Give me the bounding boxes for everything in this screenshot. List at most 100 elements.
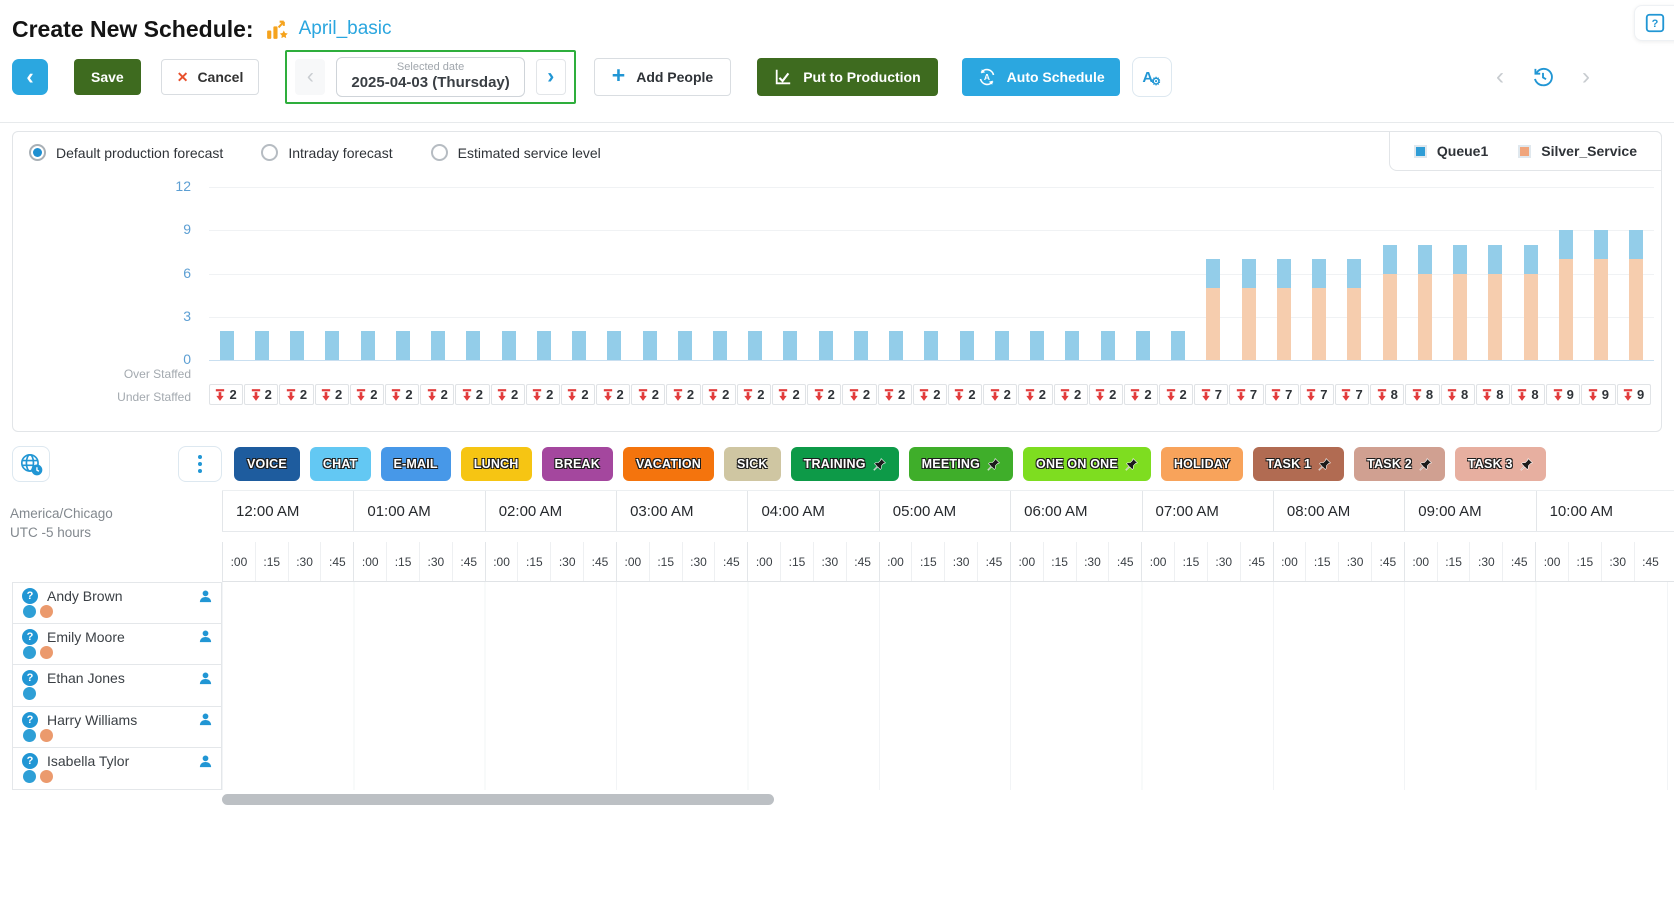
add-people-button[interactable]: + Add People	[594, 58, 731, 96]
employee-cell-ethan-jones[interactable]: ?Ethan Jones	[12, 665, 222, 707]
bar-silver-service	[1206, 288, 1220, 360]
radio-estimated-service-level[interactable]: Estimated service level	[431, 144, 601, 161]
bar-queue1	[220, 331, 234, 360]
tag-chat[interactable]: CHAT	[310, 447, 371, 481]
selected-date-field[interactable]: Selected date 2025-04-03 (Thursday)	[336, 57, 524, 97]
person-icon[interactable]	[198, 671, 213, 686]
previous-day-button[interactable]: ‹	[295, 59, 325, 95]
employee-person-button[interactable]	[198, 754, 213, 769]
back-button[interactable]: ‹	[12, 59, 48, 95]
quarter-header: :00	[1273, 542, 1306, 581]
person-icon[interactable]	[198, 712, 213, 727]
quarter-header: :15	[1043, 542, 1076, 581]
grid-menu-button[interactable]	[178, 446, 222, 482]
tag-break[interactable]: BREAK	[542, 447, 613, 481]
employee-schedule-cells[interactable]	[222, 624, 1674, 666]
employee-person-button[interactable]	[198, 589, 213, 604]
employee-schedule-cells[interactable]	[222, 707, 1674, 749]
under-staffed-value: 2	[1109, 387, 1116, 402]
auto-schedule-button[interactable]: A Auto Schedule	[962, 58, 1120, 96]
tag-task-1[interactable]: TASK 1	[1253, 447, 1344, 481]
timezone-button[interactable]	[12, 446, 50, 482]
tag-lunch[interactable]: LUNCH	[461, 447, 532, 481]
cancel-button[interactable]: ✕ Cancel	[161, 59, 260, 95]
employee-schedule-cells[interactable]	[222, 748, 1674, 790]
quarter-header: :00	[1404, 542, 1437, 581]
save-button[interactable]: Save	[74, 59, 141, 95]
under-staffed-cell: 7	[1335, 384, 1369, 405]
pin-icon	[1419, 458, 1432, 471]
employee-schedule-cells[interactable]	[222, 665, 1674, 707]
timezone-region: America/Chicago	[10, 504, 222, 523]
employee-schedule-cells[interactable]	[222, 582, 1674, 624]
tag-one-on-one[interactable]: ONE ON ONE	[1023, 447, 1151, 481]
hour-header-05-00-am: 05:00 AM	[879, 491, 1010, 531]
down-arrow-icon	[1341, 389, 1351, 401]
bar-silver-service	[1559, 259, 1573, 360]
bar-queue1	[783, 331, 797, 360]
tag-training[interactable]: TRAINING	[791, 447, 899, 481]
under-staffed-value: 2	[405, 387, 412, 402]
undo-chevron-icon[interactable]: ‹	[1496, 63, 1504, 91]
radio-label: Estimated service level	[458, 145, 601, 161]
under-staffed-cell: 2	[948, 384, 982, 405]
tag-holiday[interactable]: HOLIDAY	[1161, 447, 1244, 481]
bar-queue1	[255, 331, 269, 360]
under-staffed-value: 9	[1602, 387, 1609, 402]
legend-item-silver-service[interactable]: Silver_Service	[1518, 143, 1637, 159]
horizontal-scrollbar[interactable]	[222, 794, 774, 805]
activity-tags: VOICE CHAT E-MAIL LUNCH BREAK VACATION SICK TRA…	[234, 447, 1546, 481]
history-clock-icon[interactable]	[1530, 64, 1556, 90]
radio-intraday-forecast[interactable]: Intraday forecast	[261, 144, 392, 161]
redo-chevron-icon[interactable]: ›	[1582, 63, 1590, 91]
legend-item-queue1[interactable]: Queue1	[1414, 143, 1488, 159]
tag-task-2[interactable]: TASK 2	[1354, 447, 1445, 481]
employee-cell-emily-moore[interactable]: ?Emily Moore	[12, 624, 222, 666]
person-icon[interactable]	[198, 754, 213, 769]
under-staffed-cell: 2	[526, 384, 560, 405]
tag-meeting[interactable]: MEETING	[909, 447, 1013, 481]
employee-row: ?Emily Moore	[0, 624, 1674, 666]
tag-task-3[interactable]: TASK 3	[1455, 447, 1546, 481]
under-staffed-value: 7	[1215, 387, 1222, 402]
agent-settings-button[interactable]: A ⚙	[1132, 57, 1172, 97]
quarter-header: :30	[1207, 542, 1240, 581]
quarter-header: :15	[780, 542, 813, 581]
bar-queue1	[1383, 245, 1397, 274]
quarter-header: :15	[517, 542, 550, 581]
help-button[interactable]: ?	[1634, 5, 1674, 41]
next-day-button[interactable]: ›	[536, 59, 566, 95]
tag-vacation[interactable]: VACATION	[623, 447, 714, 481]
employee-person-button[interactable]	[198, 712, 213, 727]
under-staffed-value: 2	[300, 387, 307, 402]
radio-default-production-forecast[interactable]: Default production forecast	[29, 144, 223, 161]
employee-header: ?Isabella Tylor	[22, 753, 213, 769]
down-arrow-icon	[1588, 389, 1598, 401]
under-staffed-cell: 2	[491, 384, 525, 405]
person-icon[interactable]	[198, 589, 213, 604]
plus-icon: +	[612, 62, 625, 89]
employee-person-button[interactable]	[198, 629, 213, 644]
employee-cell-harry-williams[interactable]: ?Harry Williams	[12, 707, 222, 749]
employee-cell-andy-brown[interactable]: ?Andy Brown	[12, 582, 222, 624]
employee-cell-isabella-tylor[interactable]: ?Isabella Tylor	[12, 748, 222, 790]
quarter-header: :30	[682, 542, 715, 581]
employee-person-button[interactable]	[198, 671, 213, 686]
tag-voice[interactable]: VOICE	[234, 447, 300, 481]
under-staffed-cell: 2	[737, 384, 771, 405]
quarter-header: :30	[550, 542, 583, 581]
under-staffed-value: 2	[722, 387, 729, 402]
radio-label: Default production forecast	[56, 145, 223, 161]
person-icon[interactable]	[198, 629, 213, 644]
tag-e-mail[interactable]: E-MAIL	[381, 447, 451, 481]
put-to-production-button[interactable]: Put to Production	[757, 58, 937, 96]
tag-sick[interactable]: SICK	[724, 447, 781, 481]
bar-queue1	[643, 331, 657, 360]
under-staffed-cell: 2	[561, 384, 595, 405]
under-staffed-value: 2	[1039, 387, 1046, 402]
under-staffed-value: 2	[370, 387, 377, 402]
down-arrow-icon	[391, 389, 401, 401]
schedule-name-link[interactable]: April_basic	[299, 18, 392, 40]
page-header: Create New Schedule: April_basic	[0, 0, 1674, 48]
bar-queue1	[537, 331, 551, 360]
